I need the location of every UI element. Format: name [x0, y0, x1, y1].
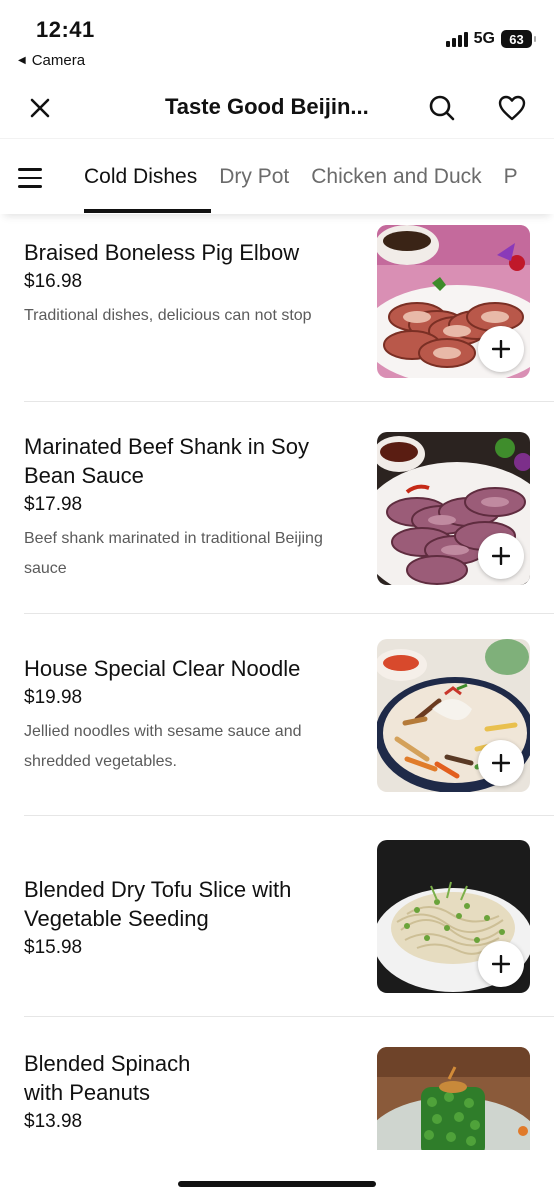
favorite-button[interactable] [492, 88, 532, 128]
add-to-cart-button[interactable] [478, 740, 524, 786]
plus-icon [492, 754, 510, 772]
network-label: 5G [473, 30, 495, 47]
menu-item-name: Blended Spinach with Peanuts [24, 1051, 191, 1105]
category-tab-bar: Cold Dishes Dry Pot Chicken and Duck P [0, 138, 554, 214]
add-to-cart-button[interactable] [478, 941, 524, 987]
menu-item-description: Traditional dishes, delicious can not st… [24, 307, 312, 324]
menu-item-image[interactable] [377, 840, 530, 993]
menu-item-name: Marinated Beef Shank in Soy Bean Sauce [24, 434, 309, 488]
menu-item-image[interactable] [377, 225, 530, 378]
add-to-cart-button[interactable] [478, 533, 524, 579]
restaurant-menu-screen: 12:41 ◀ Camera 5G 63 Taste Good Beijin..… [0, 0, 554, 1200]
menu-item-name: House Special Clear Noodle [24, 656, 301, 681]
menu-item-list: Braised Boneless Pig Elbow $16.98 Tradit… [0, 214, 554, 1150]
menu-item-price: $15.98 [24, 937, 83, 958]
search-button[interactable] [422, 88, 462, 128]
menu-item-price: $13.98 [24, 1111, 83, 1132]
tab-dry-pot[interactable]: Dry Pot [219, 165, 289, 189]
back-to-camera-label: Camera [31, 52, 86, 69]
store-header: Taste Good Beijin... [0, 80, 554, 136]
tab-next-category[interactable]: P [504, 165, 518, 189]
menu-item-name: Braised Boneless Pig Elbow [24, 240, 300, 265]
plus-icon [492, 547, 510, 565]
status-time: 12:41 [36, 17, 95, 42]
category-tabs: Cold Dishes Dry Pot Chicken and Duck P [84, 165, 518, 189]
hamburger-menu-icon [18, 168, 42, 171]
close-button[interactable] [20, 88, 60, 128]
add-to-cart-button[interactable] [478, 326, 524, 372]
battery-icon: 63 [501, 30, 536, 48]
store-title: Taste Good Beijin... [165, 94, 369, 119]
signal-icon [445, 31, 468, 47]
item-divider [24, 401, 554, 402]
item-divider [24, 1016, 554, 1017]
spinach-peanut-photo [377, 1047, 530, 1150]
menu-item-image[interactable] [377, 432, 530, 585]
menu-item-info: Blended Spinach with Peanuts $13.98 [24, 1049, 354, 1133]
close-icon [30, 98, 50, 118]
menu-item-image[interactable] [377, 639, 530, 792]
menu-item-price: $19.98 [24, 687, 83, 708]
menu-item-price: $17.98 [24, 494, 83, 515]
item-divider [24, 815, 554, 816]
menu-item-info: House Special Clear Noodle $19.98 Jellie… [24, 654, 354, 777]
tab-chicken-and-duck[interactable]: Chicken and Duck [311, 165, 481, 189]
menu-item-name: Blended Dry Tofu Slice with Vegetable Se… [24, 877, 292, 931]
search-icon [429, 95, 455, 121]
menu-item-price: $16.98 [24, 271, 83, 292]
status-bar: 12:41 ◀ Camera 5G 63 [0, 0, 554, 80]
menu-item-info: Marinated Beef Shank in Soy Bean Sauce $… [24, 432, 354, 584]
plus-icon [492, 340, 510, 358]
home-indicator [178, 1181, 376, 1187]
menu-item-info: Braised Boneless Pig Elbow $16.98 Tradit… [24, 238, 354, 331]
battery-level: 63 [509, 31, 524, 47]
menu-item-description: Beef shank marinated in traditional Beij… [24, 530, 323, 577]
plus-icon [492, 955, 510, 973]
category-menu-button[interactable] [18, 161, 52, 195]
back-arrow-icon: ◀ [18, 55, 26, 66]
menu-item-image[interactable] [377, 1047, 530, 1150]
item-divider [24, 613, 554, 614]
menu-item-info: Blended Dry Tofu Slice with Vegetable Se… [24, 875, 354, 959]
active-tab-indicator [84, 209, 211, 213]
menu-item-description: Jellied noodles with sesame sauce and sh… [24, 723, 302, 770]
heart-icon [498, 95, 526, 121]
back-to-camera-link[interactable]: ◀ Camera [18, 52, 85, 69]
tab-cold-dishes[interactable]: Cold Dishes [84, 165, 197, 189]
status-indicators: 5G 63 [445, 30, 536, 48]
